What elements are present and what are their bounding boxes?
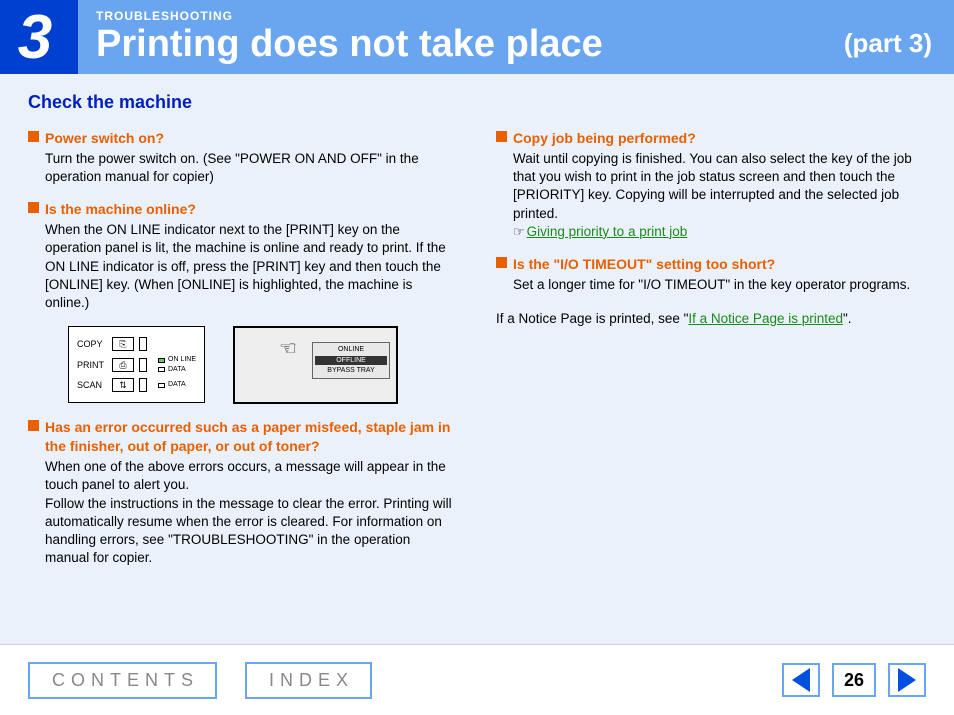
columns: Power switch on? Turn the power switch o… — [28, 129, 926, 581]
triangle-left-icon — [792, 668, 810, 692]
touch-panel-illustration: ☜ ONLINE OFFLINE BYPASS TRAY — [233, 326, 398, 404]
print-label: PRINT — [77, 359, 107, 371]
header-text-block: TROUBLESHOOTING Printing does not take p… — [96, 9, 603, 66]
prev-page-button[interactable] — [782, 663, 820, 697]
bullet-icon — [28, 420, 39, 431]
scan-key-icon: ⇅ — [112, 378, 134, 392]
page-title: Printing does not take place — [96, 23, 603, 66]
left-column: Power switch on? Turn the power switch o… — [28, 129, 458, 581]
footer-nav: CONTENTS INDEX 26 — [0, 644, 954, 715]
item-title: Is the machine online? — [45, 200, 196, 219]
print-key-icon: ⎙ — [112, 358, 134, 372]
bullet-icon — [496, 257, 507, 268]
scan-label: SCAN — [77, 379, 107, 391]
page-number: 26 — [832, 663, 876, 697]
data-led-icon — [158, 367, 165, 372]
data-led-label: DATA — [168, 365, 186, 374]
notice-prefix: If a Notice Page is printed, see " — [496, 311, 688, 326]
index-button[interactable]: INDEX — [245, 662, 372, 699]
part-label: (part 3) — [844, 28, 932, 59]
contents-button[interactable]: CONTENTS — [28, 662, 217, 699]
screen-menu: ONLINE OFFLINE BYPASS TRAY — [312, 342, 390, 378]
item-title: Has an error occurred such as a paper mi… — [45, 418, 458, 456]
screen-offline-label: OFFLINE — [315, 356, 387, 365]
notice-suffix: ". — [843, 311, 852, 326]
bullet-icon — [28, 202, 39, 213]
notice-page-link[interactable]: If a Notice Page is printed — [688, 311, 843, 326]
item-body-text: Wait until copying is finished. You can … — [513, 151, 912, 221]
panel-diagram: COPY ⎘ PRINT ⎙ ON LINE DATA — [68, 326, 458, 404]
data-led-label: DATA — [168, 380, 186, 389]
check-item: Is the machine online? When the ON LINE … — [28, 200, 458, 312]
item-body: Wait until copying is finished. You can … — [513, 150, 926, 241]
online-led-icon — [158, 358, 165, 363]
check-item: Has an error occurred such as a paper mi… — [28, 418, 458, 567]
online-led-label: ON LINE — [168, 355, 196, 364]
item-title: Copy job being performed? — [513, 129, 696, 148]
key-slot-icon — [139, 378, 147, 392]
next-page-button[interactable] — [888, 663, 926, 697]
copy-key-icon: ⎘ — [112, 337, 134, 351]
chapter-number: 3 — [0, 0, 78, 74]
bullet-icon — [28, 131, 39, 142]
item-body: When the ON LINE indicator next to the [… — [45, 221, 458, 312]
content-area: Check the machine Power switch on? Turn … — [0, 74, 954, 644]
check-item: Is the "I/O TIMEOUT" setting too short? … — [496, 255, 926, 294]
priority-link[interactable]: Giving priority to a print job — [527, 224, 688, 239]
operation-panel-illustration: COPY ⎘ PRINT ⎙ ON LINE DATA — [68, 326, 205, 403]
screen-online-label: ONLINE — [315, 345, 387, 354]
section-subheading: Check the machine — [28, 92, 926, 113]
check-item: Copy job being performed? Wait until cop… — [496, 129, 926, 241]
item-body: When one of the above errors occurs, a m… — [45, 458, 458, 567]
check-item: Power switch on? Turn the power switch o… — [28, 129, 458, 186]
key-slot-icon — [139, 358, 147, 372]
copy-label: COPY — [77, 338, 107, 350]
right-column: Copy job being performed? Wait until cop… — [496, 129, 926, 581]
pointer-icon: ☞ — [513, 224, 525, 239]
notice-page-note: If a Notice Page is printed, see "If a N… — [496, 310, 926, 328]
item-title: Is the "I/O TIMEOUT" setting too short? — [513, 255, 775, 274]
item-title: Power switch on? — [45, 129, 164, 148]
item-body: Turn the power switch on. (See "POWER ON… — [45, 150, 458, 186]
pointing-hand-icon: ☜ — [279, 336, 297, 363]
triangle-right-icon — [898, 668, 916, 692]
data-led-icon — [158, 383, 165, 388]
page-header: 3 TROUBLESHOOTING Printing does not take… — [0, 0, 954, 74]
key-slot-icon — [139, 337, 147, 351]
screen-bypass-label: BYPASS TRAY — [315, 366, 387, 375]
item-body: Set a longer time for "I/O TIMEOUT" in t… — [513, 276, 926, 294]
breadcrumb: TROUBLESHOOTING — [96, 9, 603, 23]
bullet-icon — [496, 131, 507, 142]
